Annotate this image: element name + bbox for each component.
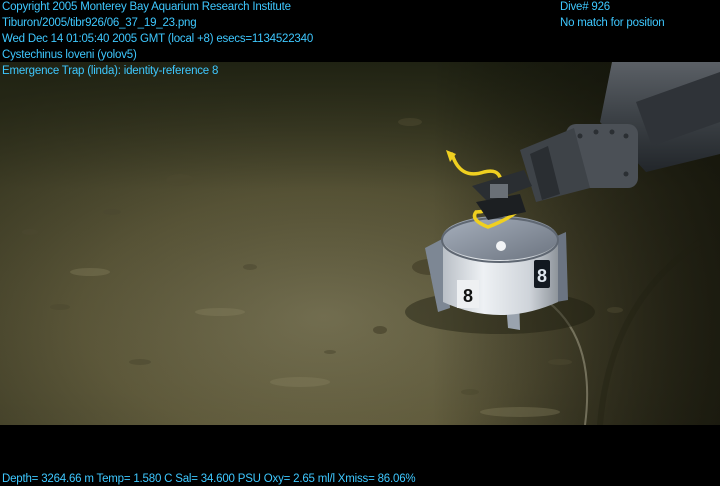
file-path-text: Tiburon/2005/tibr926/06_37_19_23.png — [2, 17, 197, 29]
copyright-text: Copyright 2005 Monterey Bay Aquarium Res… — [2, 1, 291, 13]
scene-image: 8 8 — [0, 62, 720, 425]
arm-jaw-pad — [490, 184, 508, 198]
trap-number-side: 8 — [537, 266, 547, 286]
trap-label: Emergence Trap (linda): identity-referen… — [2, 65, 219, 77]
telemetry-readout: Depth= 3264.66 m Temp= 1.580 C Sal= 34.6… — [2, 473, 416, 485]
seafloor-scene: 8 8 — [0, 62, 720, 425]
position-status: No match for position — [560, 17, 665, 29]
video-frame: 8 8 Copyright 2005 Monterey Bay Aquarium… — [0, 0, 720, 486]
dive-number: Dive# 926 — [560, 1, 610, 13]
trap-number-front: 8 — [463, 286, 473, 306]
timestamp-text: Wed Dec 14 01:05:40 2005 GMT (local +8) … — [2, 33, 314, 45]
trap-lid-knob — [496, 241, 506, 251]
species-label: Cystechinus loveni (yolov5) — [2, 49, 137, 61]
